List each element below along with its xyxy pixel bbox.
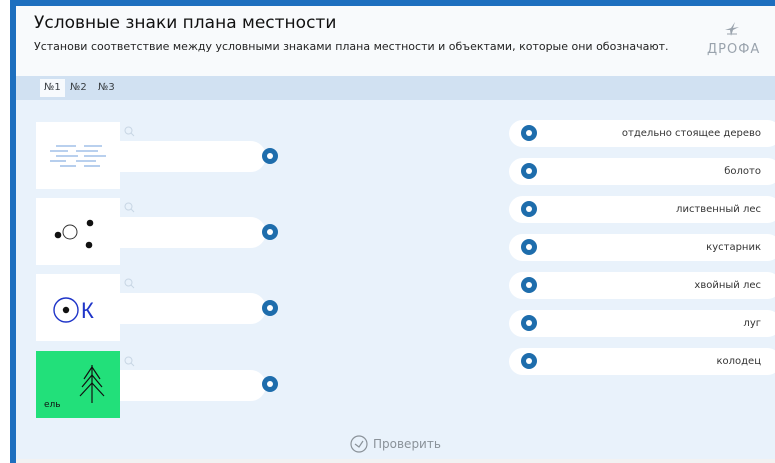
symbol-card-spruce: ель: [36, 351, 120, 418]
symbol-card-dots-circle: [36, 198, 120, 265]
option-meadow[interactable]: луг: [509, 310, 775, 337]
option-label: хвойный лес: [694, 280, 761, 291]
connector-ring[interactable]: [521, 201, 537, 217]
connector-ring[interactable]: [521, 353, 537, 369]
publisher-logo: ДРОФА: [707, 18, 761, 57]
option-label: отдельно стоящее дерево: [621, 128, 761, 139]
bird-logo-icon: [725, 22, 739, 36]
connector-ring[interactable]: [521, 125, 537, 141]
option-label: колодец: [716, 356, 761, 367]
option-standalone-tree[interactable]: отдельно стоящее дерево: [509, 120, 775, 147]
option-label: луг: [743, 318, 761, 329]
zoom-icon[interactable]: [124, 202, 135, 213]
dots-circle-icon: [54, 219, 94, 249]
zoom-icon[interactable]: [124, 356, 135, 367]
spruce-label: ель: [44, 400, 61, 410]
option-well[interactable]: колодец: [509, 348, 775, 375]
well-letter: К: [81, 298, 94, 323]
connector-ring-1[interactable]: [262, 148, 278, 164]
check-label: Проверить: [373, 437, 441, 451]
connector-ring[interactable]: [521, 239, 537, 255]
zoom-icon[interactable]: [124, 278, 135, 289]
option-label: болото: [724, 166, 761, 177]
exercise-panel: Условные знаки плана местности Установи …: [16, 6, 775, 463]
connector-ring[interactable]: [521, 277, 537, 293]
tab-1[interactable]: №1: [40, 79, 65, 97]
tab-bar: №1 №2 №3: [16, 76, 775, 100]
tab-2[interactable]: №2: [66, 79, 91, 97]
connector-ring[interactable]: [521, 163, 537, 179]
header: Условные знаки плана местности Установи …: [16, 6, 775, 76]
symbol-card-well: К: [36, 274, 120, 341]
zoom-icon[interactable]: [124, 126, 135, 137]
connector-ring[interactable]: [521, 315, 537, 331]
option-shrubs[interactable]: кустарник: [509, 234, 775, 261]
option-label: кустарник: [706, 242, 761, 253]
connector-ring-2[interactable]: [262, 224, 278, 240]
symbol-card-water-lines: [36, 122, 120, 189]
logo-text: ДРОФА: [707, 42, 761, 57]
tab-3[interactable]: №3: [94, 79, 119, 97]
option-deciduous-forest[interactable]: лиственный лес: [509, 196, 775, 223]
well-icon: К: [53, 297, 94, 323]
water-lines-icon: [50, 145, 106, 167]
window-frame: Условные знаки плана местности Установи …: [10, 0, 775, 463]
bottom-bar: [16, 459, 775, 463]
option-label: лиственный лес: [676, 204, 761, 215]
option-swamp[interactable]: болото: [509, 158, 775, 185]
page-title: Условные знаки плана местности: [34, 13, 337, 33]
connector-ring-3[interactable]: [262, 300, 278, 316]
connector-ring-4[interactable]: [262, 376, 278, 392]
check-circle-icon: [350, 435, 368, 453]
task-instructions: Установи соответствие между условными зн…: [34, 40, 669, 53]
option-coniferous-forest[interactable]: хвойный лес: [509, 272, 775, 299]
spruce-icon: ель: [44, 365, 105, 410]
